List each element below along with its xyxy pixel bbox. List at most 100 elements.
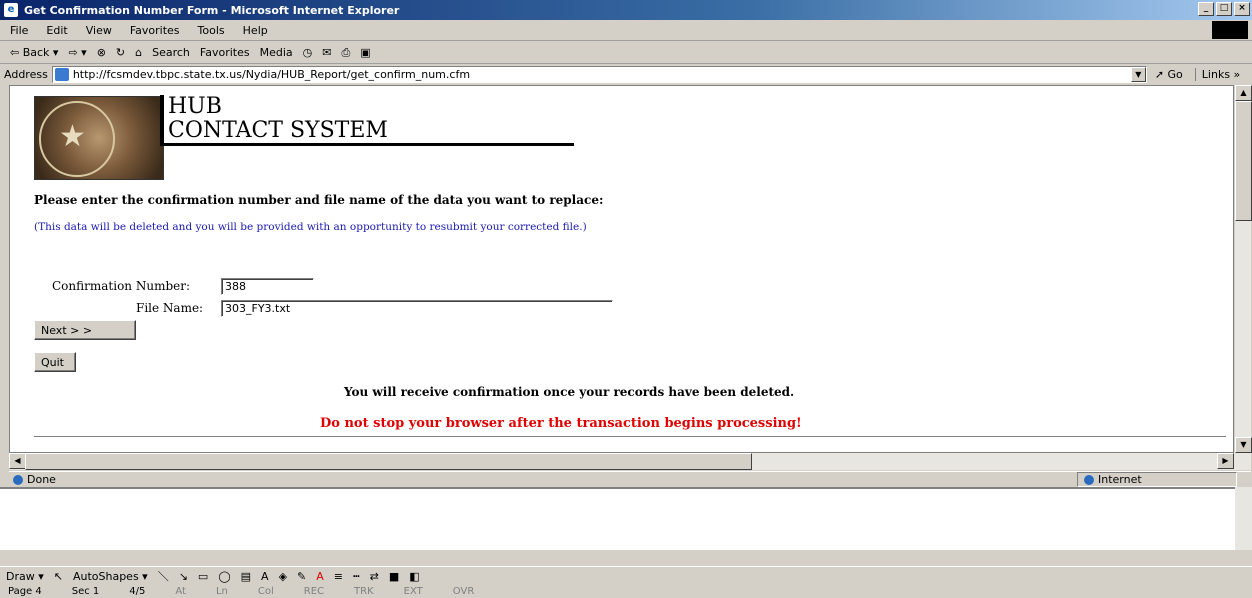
window-controls: _ □ × bbox=[1198, 2, 1250, 16]
instruction-text: Please enter the confirmation number and… bbox=[34, 193, 604, 207]
hscroll-thumb[interactable] bbox=[25, 453, 752, 470]
zone-text: Internet bbox=[1098, 473, 1142, 486]
dash-style-icon[interactable]: ┅ bbox=[353, 570, 360, 583]
status-ovr: OVR bbox=[452, 586, 475, 597]
address-url: http://fcsmdev.tbpc.state.tx.us/Nydia/HU… bbox=[72, 68, 471, 81]
address-bar: Address http://fcsmdev.tbpc.state.tx.us/… bbox=[0, 64, 1252, 85]
scroll-left-icon[interactable]: ◀ bbox=[9, 453, 26, 469]
shadow-icon[interactable]: ■ bbox=[389, 570, 399, 583]
address-dropdown-icon[interactable]: ▼ bbox=[1130, 67, 1146, 82]
word-vertical-scrollbar[interactable] bbox=[1235, 487, 1252, 550]
warning-message: Do not stop your browser after the trans… bbox=[320, 416, 802, 431]
status-bar: Done Internet bbox=[9, 471, 1251, 487]
font-color-icon[interactable]: A bbox=[316, 570, 324, 583]
drawing-toolbar: Draw ▾ ↖ AutoShapes ▾ ＼ ↘ ▭ ◯ ▤ A ◈ ✎ A … bbox=[0, 566, 1252, 585]
status-page-count: 4/5 bbox=[129, 586, 146, 597]
go-button[interactable]: ➚ Go bbox=[1155, 68, 1183, 81]
confirmation-number-input[interactable]: 388 bbox=[221, 278, 314, 295]
status-trk: TRK bbox=[354, 586, 374, 597]
go-label: Go bbox=[1167, 68, 1183, 81]
line-icon[interactable]: ＼ bbox=[158, 568, 169, 584]
browser-toolbar: ⇦ Back ▾ ⇨ ▾ ⊗ ↻ ⌂ Search Favorites Medi… bbox=[0, 42, 1252, 64]
word-status-bar: Page 4 Sec 1 4/5 At Ln Col REC TRK EXT O… bbox=[0, 585, 1252, 598]
autoshapes-menu[interactable]: AutoShapes ▾ bbox=[73, 570, 148, 583]
scroll-up-icon[interactable]: ▲ bbox=[1235, 85, 1252, 101]
page-viewport: ★ HUB CONTACT SYSTEM Please enter the co… bbox=[9, 85, 1234, 453]
menu-help[interactable]: Help bbox=[243, 24, 268, 37]
menu-tools[interactable]: Tools bbox=[198, 24, 225, 37]
security-zone: Internet bbox=[1077, 472, 1237, 487]
fill-color-icon[interactable]: ◈ bbox=[279, 570, 287, 583]
scroll-right-icon[interactable]: ▶ bbox=[1217, 453, 1234, 469]
confirmation-number-label: Confirmation Number: bbox=[52, 279, 191, 293]
next-button[interactable]: Next > > bbox=[34, 320, 136, 340]
status-ln: Ln bbox=[215, 586, 228, 597]
rectangle-icon[interactable]: ▭ bbox=[198, 570, 208, 583]
status-text: Done bbox=[27, 473, 56, 486]
status-page: Page 4 bbox=[8, 586, 42, 597]
menu-edit[interactable]: Edit bbox=[46, 24, 67, 37]
page-done-icon bbox=[13, 474, 23, 485]
search-button[interactable]: Search bbox=[152, 46, 190, 59]
close-button[interactable]: × bbox=[1234, 2, 1250, 16]
file-name-label: File Name: bbox=[136, 301, 204, 315]
scroll-down-icon[interactable]: ▼ bbox=[1235, 437, 1252, 453]
print-icon[interactable]: ⎙ bbox=[341, 46, 350, 60]
wordart-icon[interactable]: A bbox=[261, 570, 269, 583]
page-icon bbox=[54, 68, 69, 81]
draw-menu[interactable]: Draw ▾ bbox=[6, 570, 44, 583]
back-button[interactable]: ⇦ Back ▾ bbox=[10, 46, 58, 59]
menu-bar: File Edit View Favorites Tools Help bbox=[0, 20, 1252, 41]
title-line-1: HUB bbox=[168, 94, 222, 119]
menu-file[interactable]: File bbox=[10, 24, 28, 37]
title-rule bbox=[160, 143, 574, 146]
line-color-icon[interactable]: ✎ bbox=[297, 570, 306, 583]
window-title: Get Confirmation Number Form - Microsoft… bbox=[24, 3, 400, 17]
links-button[interactable]: Links » bbox=[1194, 68, 1240, 81]
select-objects-icon[interactable]: ↖ bbox=[54, 570, 63, 583]
edit-icon[interactable]: ▣ bbox=[360, 46, 370, 59]
word-horizontal-scrollbar[interactable] bbox=[0, 550, 1252, 566]
horizontal-scrollbar[interactable]: ◀ ▶ bbox=[9, 453, 1251, 470]
favorites-button[interactable]: Favorites bbox=[200, 46, 250, 59]
address-label: Address bbox=[4, 68, 48, 81]
vertical-scrollbar[interactable]: ▲ ▼ bbox=[1234, 85, 1252, 453]
menu-favorites[interactable]: Favorites bbox=[130, 24, 180, 37]
address-input[interactable]: http://fcsmdev.tbpc.state.tx.us/Nydia/HU… bbox=[51, 66, 1147, 83]
arrow-icon[interactable]: ↘ bbox=[179, 570, 188, 583]
window-titlebar: e Get Confirmation Number Form - Microso… bbox=[0, 0, 1252, 20]
texas-seal-image: ★ bbox=[34, 96, 164, 180]
stop-icon[interactable]: ⊗ bbox=[97, 46, 106, 59]
windows-logo bbox=[1212, 21, 1248, 39]
quit-button[interactable]: Quit bbox=[34, 352, 76, 372]
textbox-icon[interactable]: ▤ bbox=[241, 570, 251, 583]
menu-view[interactable]: View bbox=[86, 24, 112, 37]
maximize-button[interactable]: □ bbox=[1216, 2, 1232, 16]
status-done: Done bbox=[13, 473, 56, 486]
mail-icon[interactable]: ✉ bbox=[322, 46, 331, 59]
file-name-input[interactable]: 303_FY3.txt bbox=[221, 300, 613, 317]
title-line-2: CONTACT SYSTEM bbox=[168, 118, 388, 143]
note-text: (This data will be deleted and you will … bbox=[34, 221, 587, 233]
line-style-icon[interactable]: ≡ bbox=[334, 570, 343, 583]
internet-globe-icon bbox=[1084, 474, 1094, 485]
status-at: At bbox=[175, 586, 186, 597]
status-section: Sec 1 bbox=[71, 586, 100, 597]
confirmation-message: You will receive confirmation once your … bbox=[344, 385, 795, 399]
minimize-button[interactable]: _ bbox=[1198, 2, 1214, 16]
horizontal-rule bbox=[34, 436, 1226, 438]
scroll-thumb[interactable] bbox=[1235, 101, 1252, 221]
media-button[interactable]: Media bbox=[260, 46, 293, 59]
3d-icon[interactable]: ◧ bbox=[409, 570, 419, 583]
status-col: Col bbox=[257, 586, 274, 597]
arrow-style-icon[interactable]: ⇄ bbox=[370, 570, 379, 583]
history-icon[interactable]: ◷ bbox=[303, 46, 313, 59]
seal-star-icon: ★ bbox=[59, 119, 86, 154]
home-icon[interactable]: ⌂ bbox=[135, 46, 142, 59]
refresh-icon[interactable]: ↻ bbox=[116, 46, 125, 59]
word-document-area[interactable] bbox=[0, 487, 1235, 550]
forward-button[interactable]: ⇨ ▾ bbox=[68, 46, 86, 59]
oval-icon[interactable]: ◯ bbox=[218, 570, 230, 583]
status-rec: REC bbox=[303, 586, 325, 597]
ie-icon: e bbox=[4, 3, 18, 17]
